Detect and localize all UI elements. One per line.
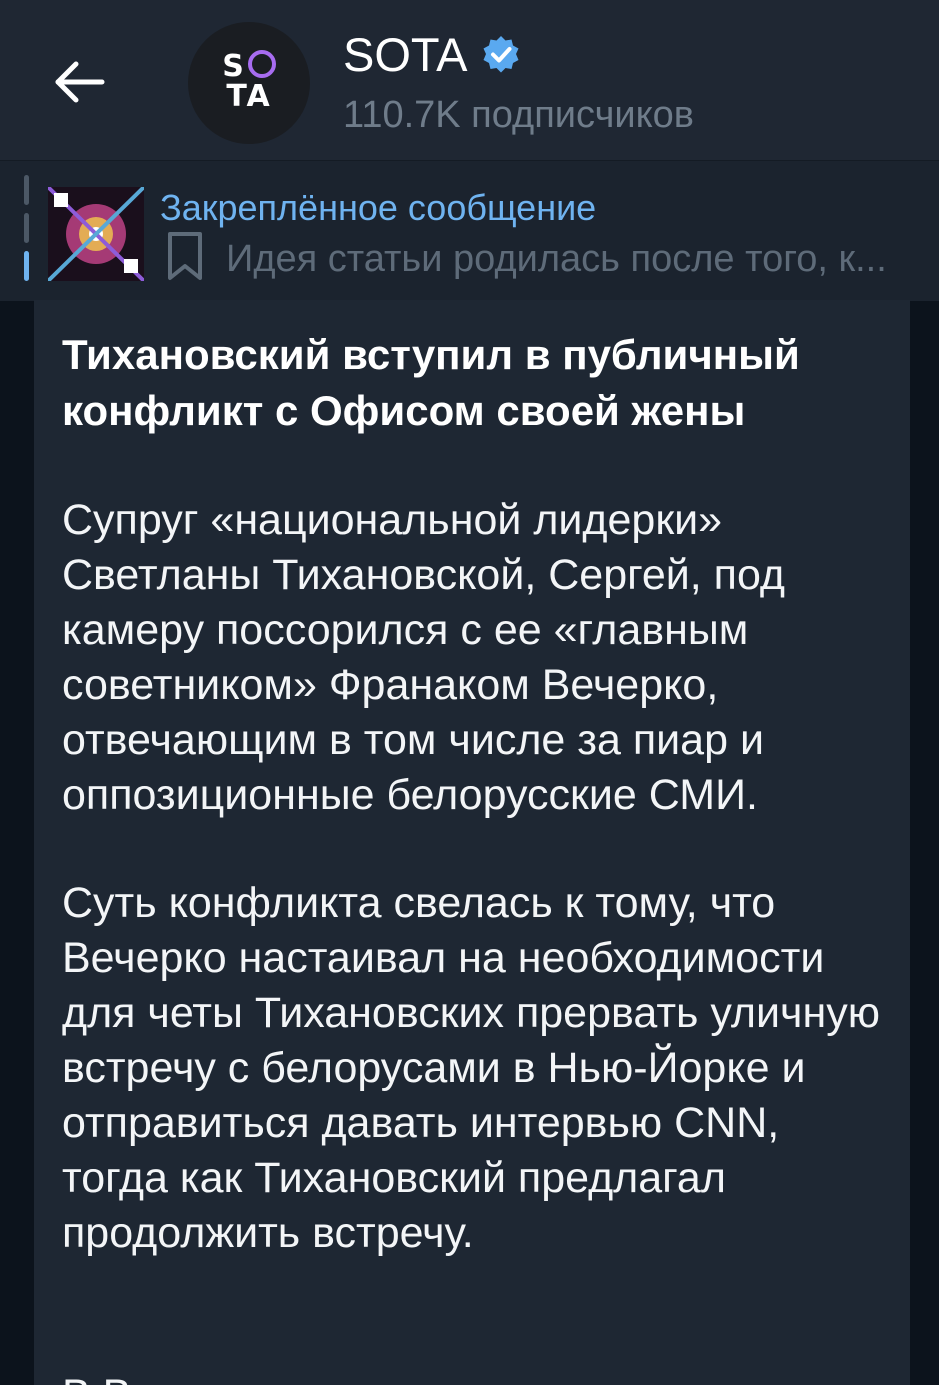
logo-ring-icon xyxy=(247,50,276,78)
message-title: Тихановский вступил в публичный конфликт… xyxy=(62,331,800,434)
pinned-thumbnail xyxy=(48,187,144,281)
message-paragraph: Суть конфликта свелась к тому, что Вечер… xyxy=(62,879,880,1257)
pinned-preview-text: Идея статьи родилась после того, к... xyxy=(226,238,887,280)
bookmark-icon xyxy=(168,232,202,280)
channel-avatar[interactable]: S TA xyxy=(188,22,310,144)
pinned-label: Закреплённое сообщение xyxy=(160,187,597,228)
telegram-channel-screen: S TA SOTA 110.7K подписчиков Закреплённо… xyxy=(0,0,939,1385)
pinned-thumbnail-image xyxy=(48,187,144,281)
verified-badge-icon xyxy=(483,36,519,73)
subscriber-count: 110.7K подписчиков xyxy=(343,94,694,136)
message-cut-off-line: В В xyxy=(62,1368,131,1385)
channel-header: S TA SOTA 110.7K подписчиков xyxy=(0,0,939,160)
message-paragraph: Супруг «национальной лидерки» Светланы Т… xyxy=(62,496,786,819)
channel-title[interactable]: SOTA xyxy=(343,28,467,82)
back-button[interactable] xyxy=(48,50,112,114)
arrow-left-icon xyxy=(55,61,105,103)
avatar-logo: S TA xyxy=(188,50,310,112)
pinned-indicator xyxy=(24,175,29,287)
